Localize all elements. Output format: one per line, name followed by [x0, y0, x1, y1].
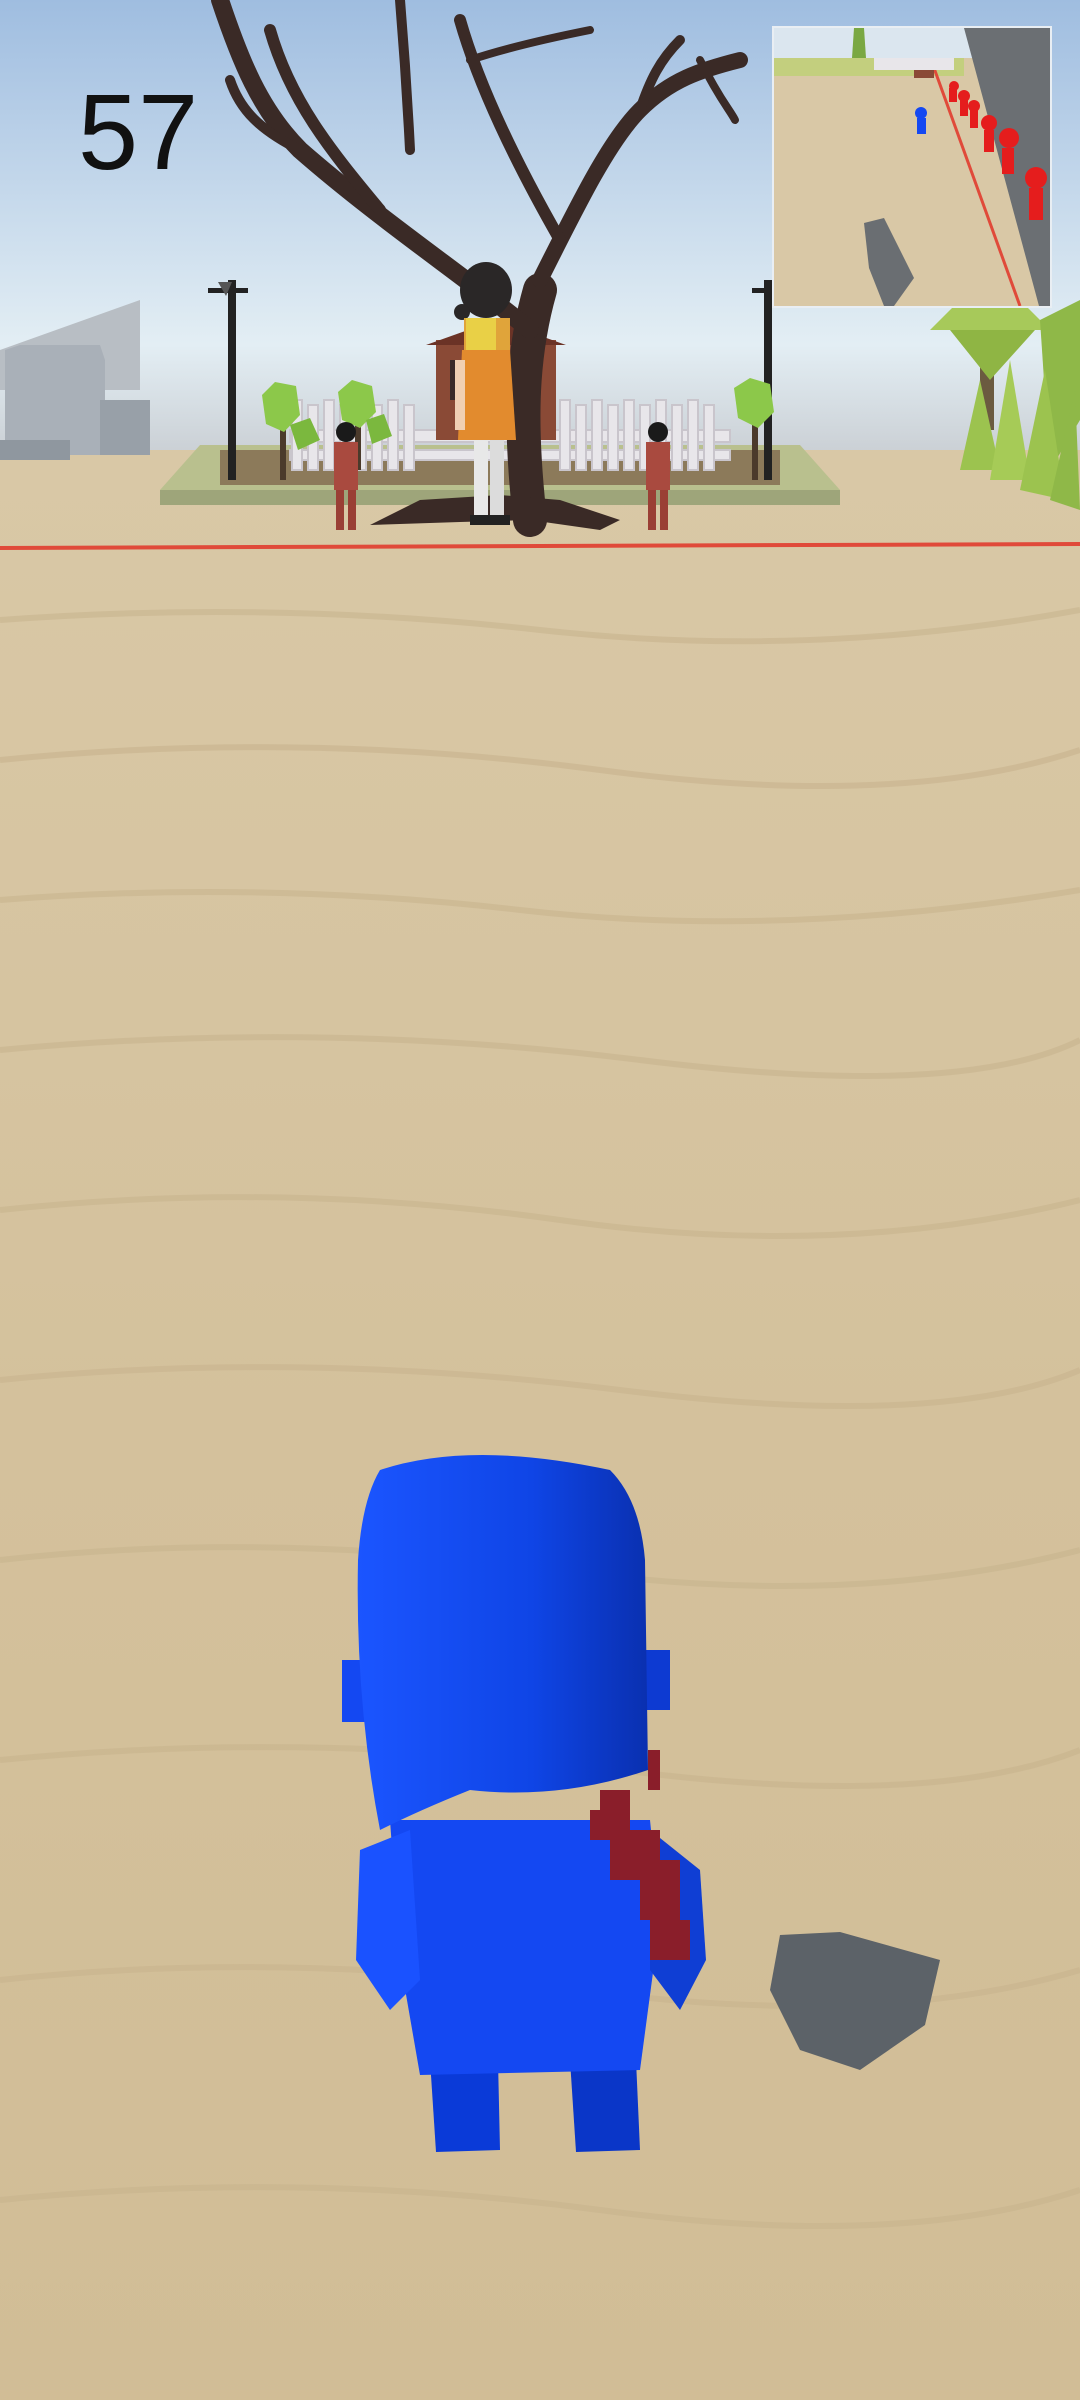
countdown-timer: 57	[78, 71, 199, 192]
minimap-view	[774, 28, 1050, 306]
game-scene	[0, 0, 1080, 2400]
minimap	[772, 26, 1052, 308]
ground	[0, 450, 1080, 2400]
